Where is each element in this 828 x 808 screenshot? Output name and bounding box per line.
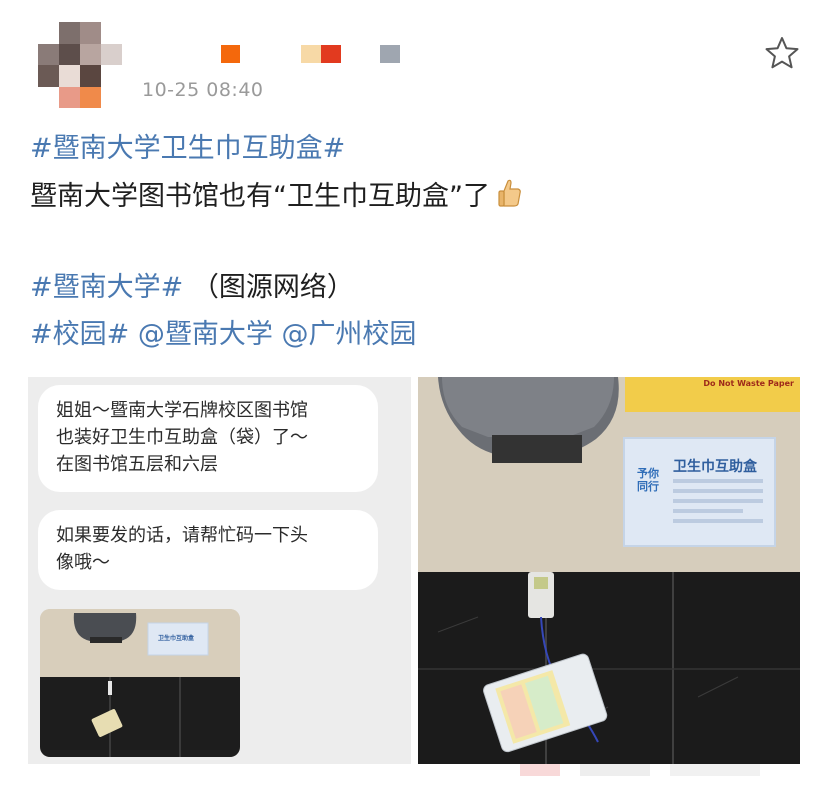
post-body-text: 暨南大学图书馆也有“卫生巾互助盒”了 [30,181,490,212]
chat-bubble: 姐姐～暨南大学石牌校区图书馆 也装好卫生巾互助盒（袋）了～ 在图书馆五层和六层 [38,385,378,492]
post-timestamp: 10-25 08:40 [142,79,264,101]
thumbs-up-icon [498,178,522,217]
mention-link[interactable]: @暨南大学 [138,319,273,350]
hashtag-link[interactable]: #暨南大学# [30,272,183,303]
post-line-2: 暨南大学图书馆也有“卫生巾互助盒”了 [30,178,522,217]
post-image-chat[interactable]: 姐姐～暨南大学石牌校区图书馆 也装好卫生巾互助盒（袋）了～ 在图书馆五层和六层 … [28,377,411,764]
post-image-photo[interactable]: Do Not Waste Paper 予你同行 卫生巾互助盒 [418,377,800,764]
favorite-star-icon[interactable] [764,35,800,71]
paper-notice: Do Not Waste Paper [625,377,800,412]
post-line-4: #暨南大学# （图源网络） [30,271,354,305]
hashtag-link[interactable]: #暨南大学卫生巾互助盒# [30,133,345,164]
sign-board: 予你同行 卫生巾互助盒 [623,437,776,547]
chat-bubble: 如果要发的话，请帮忙码一下头 像哦～ [38,510,378,590]
sign-logo: 予你同行 [637,467,659,493]
mini-sign-label: 卫生巾互助盒 [158,635,195,642]
post-line-5: #校园# @暨南大学 @广州校园 [30,318,416,352]
hashtag-link[interactable]: #校园# [30,319,129,350]
chat-photo[interactable]: 卫生巾互助盒 [40,609,240,757]
chat-bubble-line: 像哦～ [56,552,110,573]
chat-bubble-line: 也装好卫生巾互助盒（袋）了～ [56,427,308,448]
post-line-1: #暨南大学卫生巾互助盒# [30,132,345,166]
avatar[interactable] [38,22,122,108]
chat-bubble-line: 如果要发的话，请帮忙码一下头 [56,525,308,546]
chat-bubble-line: 在图书馆五层和六层 [56,454,218,475]
mention-link[interactable]: @广州校园 [281,319,416,350]
sign-title: 卫生巾互助盒 [673,459,757,475]
paper-notice-text: Do Not Waste Paper [703,379,794,388]
post-source-note: （图源网络） [191,272,354,303]
blurred-watermark [520,760,780,780]
chat-bubble-line: 姐姐～暨南大学石牌校区图书馆 [56,400,308,421]
